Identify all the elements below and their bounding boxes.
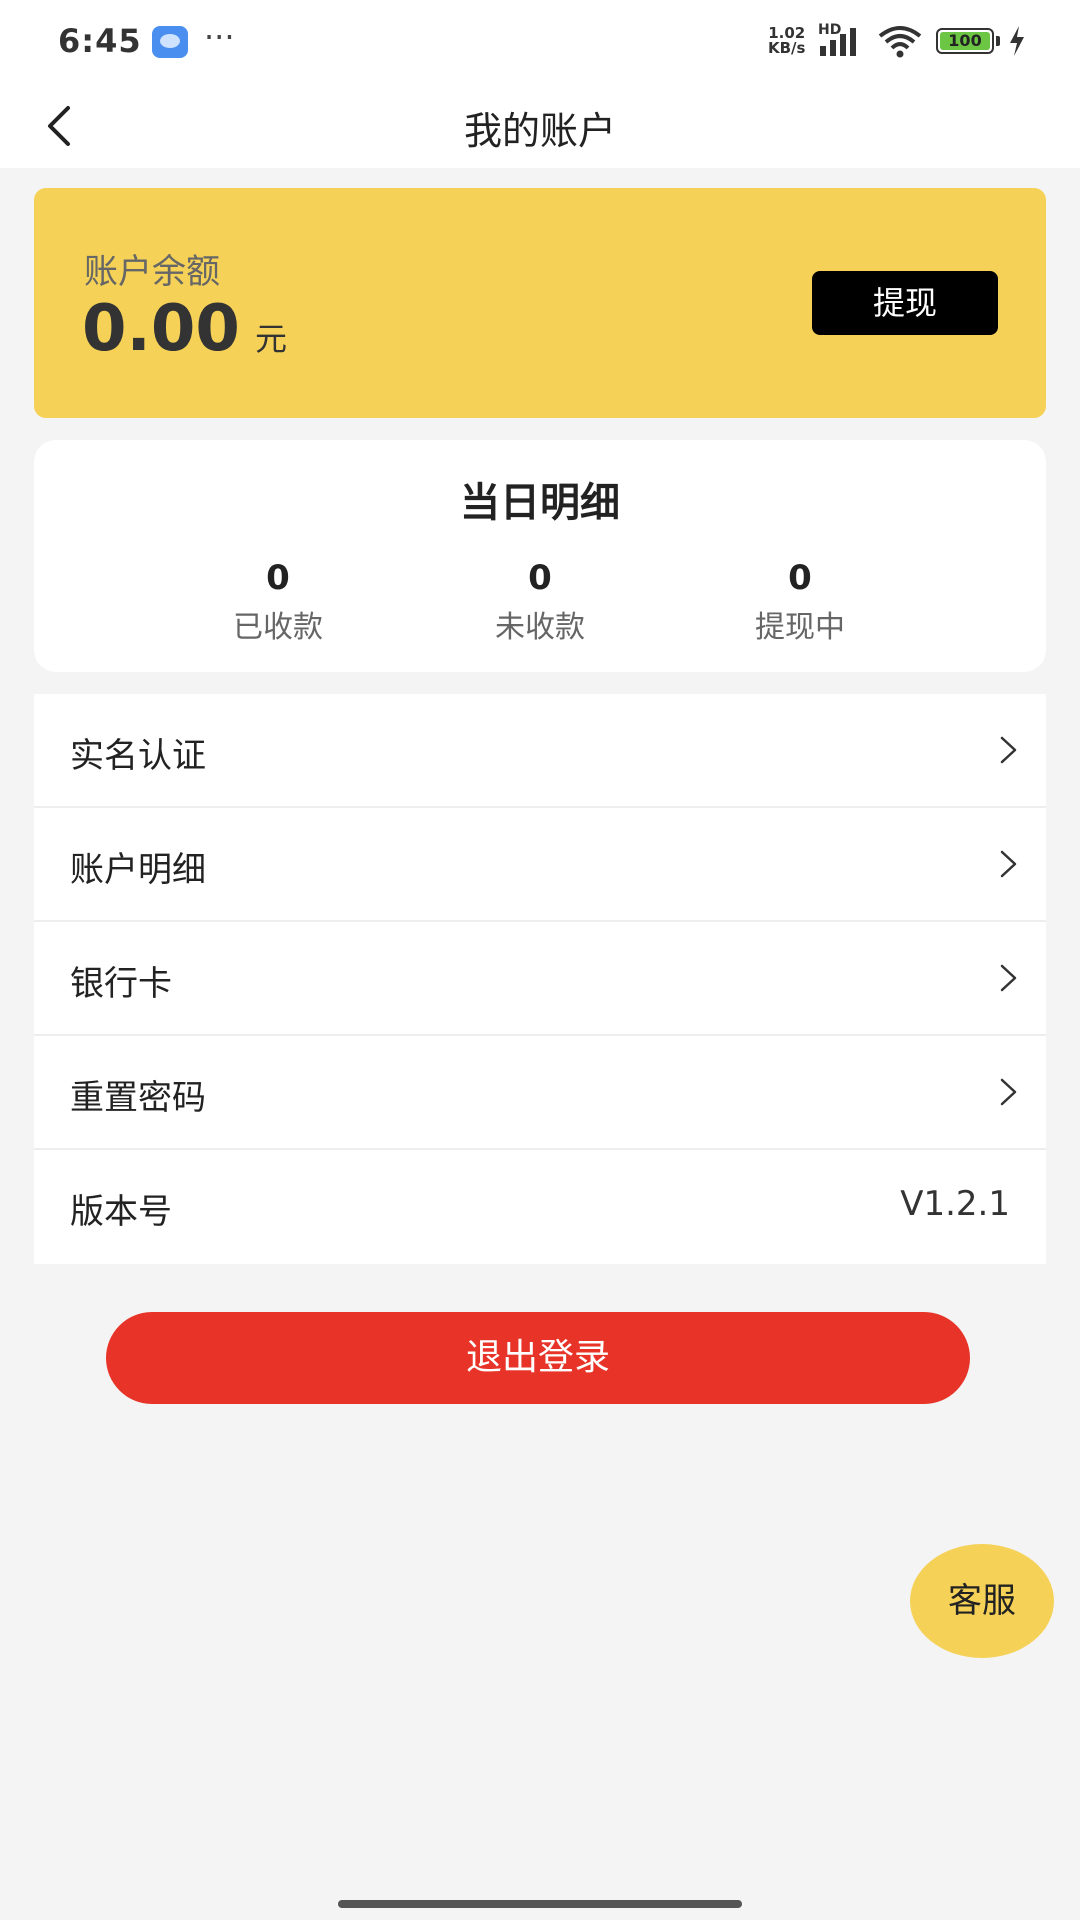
daily-title: 当日明细 <box>460 480 620 526</box>
balance-label: 账户余额 <box>84 252 220 292</box>
settings-menu: 实名认证 账户明细 银行卡 重置密码 版本号 V1.2.1 <box>34 694 1046 1264</box>
stat-value: 0 <box>528 558 552 598</box>
menu-item-real-name-auth[interactable]: 实名认证 <box>34 694 1046 808</box>
customer-service-button[interactable]: 客服 <box>910 1544 1054 1658</box>
version-label: 版本号 <box>70 1192 172 1232</box>
wifi-icon <box>878 26 922 58</box>
page-title: 我的账户 <box>463 109 616 153</box>
menu-item-label: 实名认证 <box>70 736 206 776</box>
menu-item-label: 银行卡 <box>70 964 172 1004</box>
balance-row: 0.00 元 <box>82 292 287 366</box>
nav-bar: 我的账户 <box>0 84 1080 168</box>
logout-button[interactable]: 退出登录 <box>106 1312 970 1404</box>
balance-card: 账户余额 0.00 元 提现 <box>34 188 1046 418</box>
version-value: V1.2.1 <box>900 1184 1010 1224</box>
chevron-right-icon <box>1000 1078 1017 1106</box>
home-indicator[interactable] <box>338 1900 742 1908</box>
chevron-right-icon <box>1000 850 1017 878</box>
status-bar: 6:45 ··· 1.02 KB/s HD 100 <box>0 0 1080 84</box>
menu-item-bank-card[interactable]: 银行卡 <box>34 922 1046 1036</box>
battery-icon: 100 <box>936 28 994 54</box>
menu-item-reset-password[interactable]: 重置密码 <box>34 1036 1046 1150</box>
chevron-right-icon <box>1000 964 1017 992</box>
battery-level: 100 <box>940 32 990 50</box>
stat-label: 未收款 <box>495 610 585 645</box>
stat-withdrawing: 0 提现中 <box>690 558 910 646</box>
stat-received: 0 已收款 <box>168 558 388 646</box>
chevron-right-icon <box>1000 736 1017 764</box>
charging-icon <box>1010 26 1024 56</box>
balance-unit: 元 <box>255 320 288 358</box>
menu-item-label: 账户明细 <box>70 850 206 890</box>
stat-value: 0 <box>788 558 812 598</box>
menu-item-label: 重置密码 <box>70 1078 206 1118</box>
menu-item-account-detail[interactable]: 账户明细 <box>34 808 1046 922</box>
stat-unreceived: 0 未收款 <box>430 558 650 646</box>
status-time: 6:45 <box>58 22 142 60</box>
net-speed-unit: KB/s <box>768 39 806 57</box>
menu-item-version: 版本号 V1.2.1 <box>34 1150 1046 1264</box>
balance-amount: 0.00 <box>82 292 240 366</box>
stat-label: 提现中 <box>755 610 845 645</box>
battery-cap <box>996 36 1000 46</box>
signal-icon <box>820 28 856 56</box>
stat-label: 已收款 <box>233 610 323 645</box>
daily-detail-card: 当日明细 0 已收款 0 未收款 0 提现中 <box>34 440 1046 672</box>
app-icon <box>152 26 188 58</box>
more-icon: ··· <box>204 18 235 56</box>
withdraw-button[interactable]: 提现 <box>812 271 998 335</box>
stat-value: 0 <box>266 558 290 598</box>
net-speed: 1.02 KB/s <box>768 26 805 56</box>
